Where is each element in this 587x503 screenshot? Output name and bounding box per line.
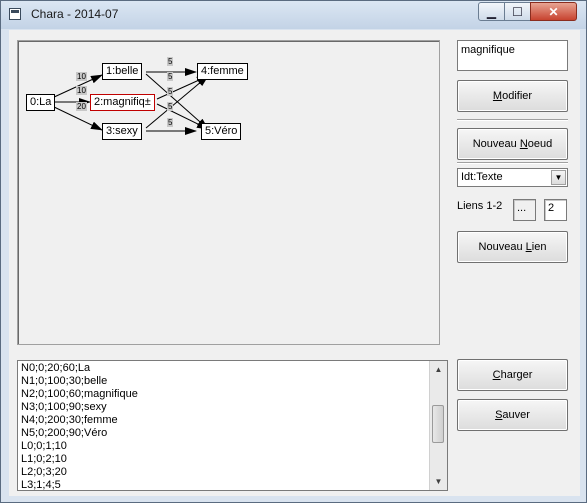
- client-area: 10 10 20 5 5 5 5 5 0:La 1:belle 2:magnif…: [9, 30, 580, 496]
- button-label: Modifier: [492, 90, 533, 102]
- separator: [457, 119, 568, 121]
- weight-label: 5: [167, 102, 174, 111]
- close-icon: ✕: [548, 4, 559, 19]
- list-item[interactable]: N0;0;20;60;La: [21, 362, 138, 375]
- main-window: Chara - 2014-07 ▁ ☐ ✕ 10 10 20 5 5 5 5 5…: [0, 0, 587, 503]
- scroll-up-icon[interactable]: ▲: [430, 361, 447, 378]
- data-listbox[interactable]: N0;0;20;60;La N1;0;100;30;belle N2;0;100…: [17, 360, 448, 491]
- nouveau-noeud-button[interactable]: Nouveau Noeud: [457, 128, 568, 160]
- scrollbar-thumb[interactable]: [432, 405, 444, 443]
- window-title: Chara - 2014-07: [31, 7, 119, 21]
- graph-node-selected[interactable]: 2:magnifiq±: [90, 94, 155, 111]
- weight-label: 5: [167, 57, 174, 66]
- sauver-button[interactable]: Sauver: [457, 399, 568, 431]
- modifier-button[interactable]: Modifier: [457, 80, 568, 112]
- weight-label: 5: [167, 118, 174, 127]
- list-item[interactable]: N5;0;200;90;Véro: [21, 427, 138, 440]
- type-select-value: Idt:Texte: [461, 171, 503, 183]
- minimize-icon: ▁: [486, 4, 497, 19]
- weight-label: 5: [167, 87, 174, 96]
- graph-node[interactable]: 4:femme: [197, 63, 248, 80]
- scroll-down-icon[interactable]: ▼: [430, 473, 447, 490]
- nouveau-lien-button[interactable]: Nouveau Lien: [457, 231, 568, 263]
- link-to-field[interactable]: 2: [544, 199, 567, 221]
- weight-label: 10: [76, 86, 87, 95]
- graph-node[interactable]: 5:Véro: [201, 123, 242, 140]
- data-lines: N0;0;20;60;La N1;0;100;30;belle N2;0;100…: [21, 362, 138, 490]
- list-item[interactable]: N3;0;100;90;sexy: [21, 401, 138, 414]
- chevron-down-icon[interactable]: ▼: [551, 170, 566, 185]
- weight-label: 10: [76, 72, 87, 81]
- weight-label: 20: [76, 102, 87, 111]
- button-label: Charger: [492, 369, 533, 381]
- separator: [457, 162, 568, 164]
- maximize-icon: ☐: [512, 4, 523, 19]
- link-from-field[interactable]: ...: [513, 199, 536, 221]
- type-select[interactable]: Idt:Texte ▼: [457, 168, 568, 187]
- list-item[interactable]: N1;0;100;30;belle: [21, 375, 138, 388]
- vertical-scrollbar[interactable]: ▲ ▼: [429, 361, 447, 490]
- app-icon[interactable]: [9, 8, 21, 20]
- charger-button[interactable]: Charger: [457, 359, 568, 391]
- close-button[interactable]: ✕: [530, 2, 577, 21]
- links-label: Liens 1-2: [457, 200, 503, 212]
- maximize-button[interactable]: ☐: [504, 2, 531, 21]
- weight-label: 5: [167, 72, 174, 81]
- title-bar[interactable]: Chara - 2014-07 ▁ ☐ ✕: [1, 1, 586, 29]
- minimize-button[interactable]: ▁: [478, 2, 505, 21]
- graph-canvas[interactable]: 10 10 20 5 5 5 5 5 0:La 1:belle 2:magnif…: [17, 40, 440, 345]
- graph-node[interactable]: 3:sexy: [102, 123, 142, 140]
- button-label: Nouveau Lien: [478, 241, 547, 253]
- list-item[interactable]: N2;0;100;60;magnifique: [21, 388, 138, 401]
- node-text-field[interactable]: magnifique: [457, 40, 568, 71]
- list-item[interactable]: L3;1;4;5: [21, 479, 138, 490]
- button-label: Sauver: [495, 409, 530, 421]
- graph-node[interactable]: 1:belle: [102, 63, 143, 80]
- list-item[interactable]: L2;0;3;20: [21, 466, 138, 479]
- button-label: Nouveau Noeud: [472, 138, 553, 150]
- list-item[interactable]: L1;0;2;10: [21, 453, 138, 466]
- list-item[interactable]: L0;0;1;10: [21, 440, 138, 453]
- list-item[interactable]: N4;0;200;30;femme: [21, 414, 138, 427]
- graph-node[interactable]: 0:La: [26, 94, 56, 111]
